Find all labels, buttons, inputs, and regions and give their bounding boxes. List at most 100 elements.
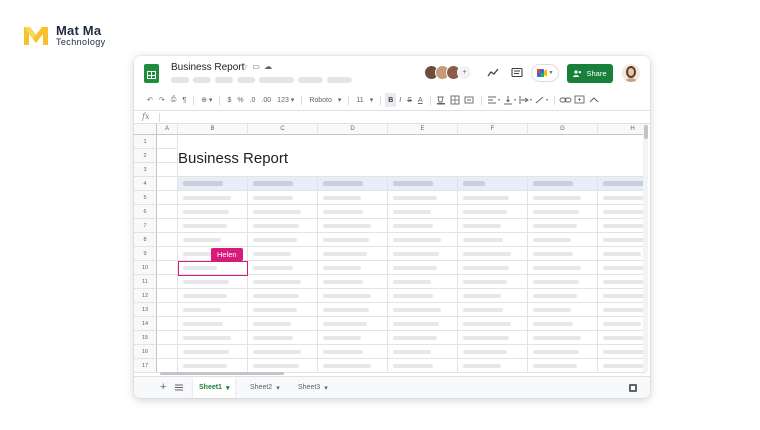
grid-cell[interactable]	[157, 359, 178, 373]
grid-cell[interactable]	[598, 149, 646, 163]
grid-cell[interactable]	[318, 345, 388, 359]
grid-cell[interactable]	[388, 233, 458, 247]
strikethrough-button[interactable]: S	[404, 93, 415, 107]
grid-cell[interactable]	[598, 191, 646, 205]
grid-cell[interactable]	[157, 317, 178, 331]
menu-item-placeholder[interactable]	[259, 77, 294, 83]
column-header[interactable]: H	[598, 124, 646, 135]
row-header[interactable]: 4	[134, 177, 157, 191]
redo-icon[interactable]: ↷	[156, 93, 168, 107]
grid-cell[interactable]	[178, 205, 248, 219]
row-header[interactable]: 14	[134, 317, 157, 331]
grid-cell[interactable]	[178, 191, 248, 205]
menu-item-placeholder[interactable]	[215, 77, 233, 83]
grid-cell[interactable]	[248, 205, 318, 219]
grid-cell[interactable]	[157, 205, 178, 219]
grid-cell[interactable]	[528, 205, 598, 219]
grid-cell[interactable]	[157, 331, 178, 345]
grid-cell[interactable]	[388, 275, 458, 289]
grid-cell[interactable]	[318, 303, 388, 317]
grid-cell[interactable]	[178, 303, 248, 317]
chevron-down-icon[interactable]: ▾	[367, 93, 377, 107]
grid-cell[interactable]	[528, 233, 598, 247]
grid-cell[interactable]	[528, 163, 598, 177]
row-header[interactable]: 9	[134, 247, 157, 261]
grid-cell[interactable]	[598, 177, 646, 191]
grid-cell[interactable]	[598, 205, 646, 219]
grid-cell[interactable]	[598, 219, 646, 233]
font-select[interactable]: Roboto	[306, 93, 335, 107]
grid-cell[interactable]	[318, 359, 388, 373]
row-header[interactable]: 13	[134, 303, 157, 317]
grid-cell[interactable]	[598, 289, 646, 303]
grid-cell[interactable]	[598, 275, 646, 289]
row-header[interactable]: 1	[134, 135, 157, 149]
grid-cell[interactable]	[248, 233, 318, 247]
grid-cell[interactable]	[157, 247, 178, 261]
vertical-scrollbar-thumb[interactable]	[644, 125, 648, 139]
row-header[interactable]: 15	[134, 331, 157, 345]
grid-cell[interactable]	[248, 219, 318, 233]
collaborator-avatars[interactable]: +	[424, 65, 472, 80]
row-header[interactable]: 6	[134, 205, 157, 219]
grid-cell[interactable]	[458, 317, 528, 331]
grid-cell[interactable]	[248, 359, 318, 373]
grid-cell[interactable]	[528, 359, 598, 373]
grid-cell[interactable]	[248, 135, 318, 149]
grid-cell[interactable]	[178, 289, 248, 303]
grid-cell[interactable]	[318, 247, 388, 261]
grid-cell[interactable]	[157, 233, 178, 247]
grid-cell[interactable]	[458, 247, 528, 261]
grid-cell[interactable]	[248, 247, 318, 261]
grid-cell[interactable]	[458, 219, 528, 233]
fill-color-icon[interactable]	[435, 95, 449, 105]
collapse-toolbar-icon[interactable]	[587, 95, 601, 105]
grid-cell[interactable]	[528, 135, 598, 149]
bold-button[interactable]: B	[385, 93, 397, 107]
explore-icon[interactable]	[629, 384, 637, 392]
grid-cell[interactable]	[458, 331, 528, 345]
grid-cell[interactable]	[178, 359, 248, 373]
grid-cell[interactable]	[458, 275, 528, 289]
grid-cell[interactable]	[157, 303, 178, 317]
share-button[interactable]: Share	[567, 64, 613, 83]
font-size-select[interactable]: 11	[353, 93, 366, 107]
grid-cell[interactable]	[528, 345, 598, 359]
grid-cell[interactable]	[528, 331, 598, 345]
grid-cell[interactable]	[598, 247, 646, 261]
grid-cell[interactable]	[388, 177, 458, 191]
tab-sheet3[interactable]: Sheet3 ▾	[292, 377, 334, 398]
grid-cell[interactable]	[458, 135, 528, 149]
activity-trend-icon[interactable]	[487, 67, 499, 79]
tab-sheet2[interactable]: Sheet2 ▾	[244, 377, 286, 398]
grid-cell[interactable]	[598, 345, 646, 359]
grid-cell[interactable]	[157, 275, 178, 289]
grid-cell[interactable]	[318, 289, 388, 303]
grid-cell[interactable]	[598, 163, 646, 177]
grid-cell[interactable]	[528, 219, 598, 233]
grid-cell[interactable]	[157, 261, 178, 275]
column-header[interactable]: A	[157, 124, 178, 135]
spreadsheet-grid[interactable]: A B C D E F G H 1 2 3 4 5 6 7 8 9 10 11 12 13 14 15 16 17 Busines…	[134, 124, 646, 373]
grid-cell[interactable]	[388, 163, 458, 177]
more-collaborators-icon[interactable]: +	[457, 65, 472, 80]
grid-cell[interactable]	[318, 233, 388, 247]
grid-cell[interactable]	[318, 135, 388, 149]
grid-cell[interactable]	[248, 261, 318, 275]
grid-cell[interactable]	[178, 219, 248, 233]
grid-cell[interactable]	[528, 289, 598, 303]
insert-comment-icon[interactable]	[573, 95, 587, 105]
grid-cell[interactable]	[318, 317, 388, 331]
grid-cell[interactable]	[598, 317, 646, 331]
star-move-cloud-icons[interactable]: ☆ ▭ ☁	[241, 62, 273, 71]
grid-cell[interactable]	[178, 331, 248, 345]
grid-cell[interactable]	[157, 289, 178, 303]
grid-cell[interactable]	[598, 359, 646, 373]
row-header[interactable]: 17	[134, 359, 157, 373]
vertical-scrollbar-track[interactable]	[643, 124, 648, 372]
column-header[interactable]: E	[388, 124, 458, 135]
currency-format-button[interactable]: $	[224, 93, 234, 107]
text-color-button[interactable]: A	[415, 93, 426, 107]
grid-cell[interactable]	[528, 303, 598, 317]
decrease-decimal-button[interactable]: .0	[247, 93, 259, 107]
